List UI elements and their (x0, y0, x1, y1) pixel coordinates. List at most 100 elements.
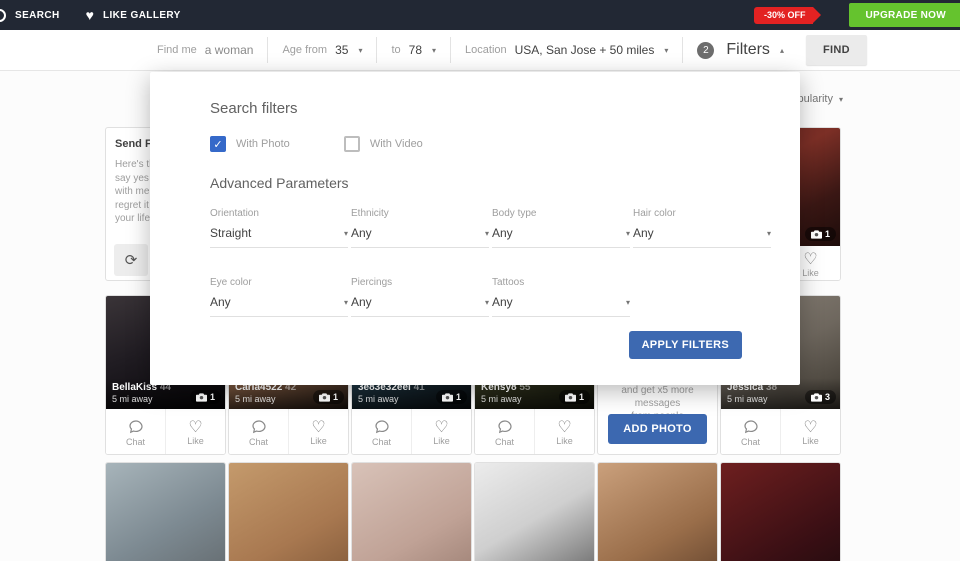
photo-count: 3 (825, 392, 830, 402)
apply-filters-button[interactable]: APPLY FILTERS (629, 331, 742, 359)
profile-photo[interactable]: Nekeisha 38 (598, 463, 717, 561)
like-button[interactable]: ♡ Like (165, 409, 225, 455)
search-bar: Find me a woman Age from 35 ▾ to 78 ▾ Lo… (0, 30, 960, 71)
photo-count: 1 (210, 392, 215, 402)
age-to-value: 78 (409, 43, 422, 57)
modal-title: Search filters (210, 100, 800, 117)
camera-icon (811, 230, 822, 239)
piercings-select[interactable]: Piercings Any▾ (351, 277, 489, 317)
chevron-down-icon: ▾ (485, 298, 489, 307)
eye-color-select[interactable]: Eye color Any▾ (210, 277, 348, 317)
select-value: Any (492, 226, 513, 240)
heart-outline-icon: ♡ (803, 419, 817, 435)
age-to-label: to (391, 44, 400, 56)
heart-outline-icon: ♡ (188, 419, 202, 435)
chat-button[interactable]: Chat (352, 409, 411, 455)
find-me-select[interactable]: Find me a woman (157, 43, 253, 57)
photo-count-badge: 1 (436, 390, 467, 404)
photo-count-badge: 1 (805, 227, 836, 241)
chat-button[interactable]: Chat (229, 409, 288, 455)
select-value: Straight (210, 226, 251, 240)
camera-icon (442, 393, 453, 402)
camera-icon (196, 393, 207, 402)
divider (267, 37, 268, 63)
tattoos-select[interactable]: Tattoos Any▾ (492, 277, 630, 317)
orientation-select[interactable]: Orientation Straight▾ (210, 208, 348, 248)
location-select[interactable]: Location USA, San Jose + 50 miles ▾ (465, 43, 668, 57)
chat-icon (742, 418, 760, 436)
profile-card[interactable]: Aslie 35 (474, 462, 595, 561)
divider (450, 37, 451, 63)
photo-count: 1 (333, 392, 338, 402)
profile-card[interactable]: Nekeisha 38 (597, 462, 718, 561)
chat-icon (250, 418, 268, 436)
age-from-value: 35 (335, 43, 348, 57)
chat-label: Chat (495, 437, 514, 447)
chat-label: Chat (126, 437, 145, 447)
like-label: Like (433, 436, 450, 446)
location-label: Location (465, 44, 507, 56)
chat-button[interactable]: Chat (721, 409, 780, 455)
with-video-checkbox[interactable] (344, 136, 360, 152)
find-button[interactable]: FIND (806, 35, 867, 65)
camera-icon (565, 393, 576, 402)
profile-card[interactable]: Krystal585 37 (720, 462, 841, 561)
refresh-flirtcast-button[interactable]: ⟳ (114, 244, 148, 276)
profile-card[interactable]: impextothis 48 (105, 462, 226, 561)
photo-count: 1 (825, 229, 830, 239)
profile-photo[interactable]: Rachel 50 (229, 463, 348, 561)
hair-color-select[interactable]: Hair color Any▾ (633, 208, 771, 248)
age-to-select[interactable]: to 78 ▾ (391, 43, 436, 57)
like-button[interactable]: ♡ Like (780, 409, 840, 455)
profile-photo[interactable]: Aslie 35 (475, 463, 594, 561)
select-label: Body type (492, 208, 630, 219)
search-icon (0, 9, 6, 22)
heart-icon: ♥ (86, 8, 94, 22)
divider (682, 37, 683, 63)
photo-count-badge: 3 (805, 390, 836, 404)
chat-icon (127, 418, 145, 436)
nav-like-gallery[interactable]: LIKE GALLERY (103, 10, 181, 21)
like-label: Like (556, 436, 573, 446)
chevron-down-icon: ▾ (767, 229, 771, 238)
advanced-parameters-title: Advanced Parameters (210, 175, 800, 191)
like-button[interactable]: ♡ Like (411, 409, 471, 455)
photo-count: 1 (456, 392, 461, 402)
find-me-value: a woman (205, 43, 254, 57)
chat-button[interactable]: Chat (475, 409, 534, 455)
promo-line: and get x5 more messages (598, 384, 717, 410)
photo-count: 1 (579, 392, 584, 402)
profile-card[interactable]: Noshin060 38 (351, 462, 472, 561)
location-value: USA, San Jose + 50 miles (515, 43, 655, 57)
select-label: Ethnicity (351, 208, 489, 219)
filters-toggle[interactable]: 2 Filters ▴ (697, 41, 784, 59)
chat-label: Chat (372, 437, 391, 447)
like-button[interactable]: ♡ Like (288, 409, 348, 455)
age-from-select[interactable]: Age from 35 ▾ (282, 43, 362, 57)
chevron-down-icon: ▾ (344, 229, 348, 238)
profile-photo[interactable]: Noshin060 38 (352, 463, 471, 561)
profile-card[interactable]: Rachel 50 (228, 462, 349, 561)
upgrade-now-button[interactable]: UPGRADE NOW (849, 3, 960, 27)
chat-label: Chat (741, 437, 760, 447)
find-me-label: Find me (157, 44, 197, 56)
like-label: Like (187, 436, 204, 446)
top-navbar: SEARCH ♥ LIKE GALLERY -30% OFF UPGRADE N… (0, 0, 960, 30)
like-button[interactable]: ♡ Like (534, 409, 594, 455)
chat-button[interactable]: Chat (106, 409, 165, 455)
add-photo-button[interactable]: ADD PHOTO (608, 414, 707, 444)
chevron-up-icon: ▴ (780, 46, 784, 55)
camera-icon (811, 393, 822, 402)
ethnicity-select[interactable]: Ethnicity Any▾ (351, 208, 489, 248)
chevron-down-icon: ▾ (358, 46, 362, 55)
like-label: Like (802, 436, 819, 446)
profile-photo[interactable]: Krystal585 37 (721, 463, 840, 561)
nav-search[interactable]: SEARCH (15, 10, 60, 21)
discount-badge: -30% OFF (754, 7, 814, 24)
chevron-down-icon: ▾ (485, 229, 489, 238)
with-photo-checkbox[interactable]: ✓ (210, 136, 226, 152)
profile-photo[interactable]: impextothis 48 (106, 463, 225, 561)
app-screen: SEARCH ♥ LIKE GALLERY -30% OFF UPGRADE N… (0, 0, 960, 561)
body-type-select[interactable]: Body type Any▾ (492, 208, 630, 248)
chat-icon (496, 418, 514, 436)
